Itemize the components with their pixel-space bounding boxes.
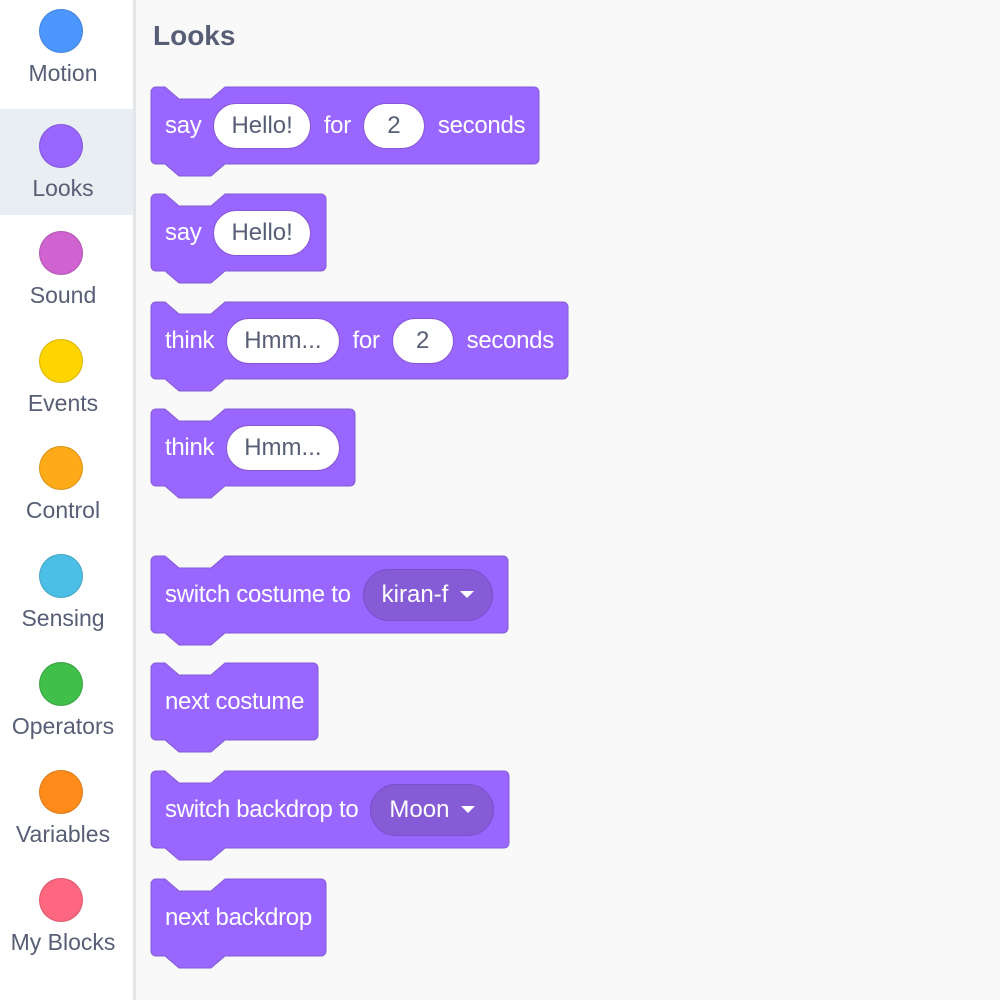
block-content: say Hello!: [151, 194, 324, 271]
category-control[interactable]: Control: [0, 431, 133, 537]
block-content: next costume: [151, 663, 316, 740]
control-category-icon: [39, 446, 83, 490]
text-input[interactable]: Hmm...: [226, 317, 340, 364]
dropdown-value: Moon: [389, 795, 450, 823]
block-label: switch backdrop to: [165, 795, 359, 823]
number-input[interactable]: 2: [391, 317, 454, 364]
block-content: switch costume to kiran-f: [151, 556, 506, 633]
category-label: Operators: [11, 713, 115, 739]
block-switch-backdrop[interactable]: switch backdrop to Moon: [150, 770, 510, 861]
number-input[interactable]: 2: [362, 102, 425, 149]
dropdown-menu[interactable]: Moon: [370, 783, 495, 836]
block-content: switch backdrop to Moon: [151, 771, 507, 848]
block-content: next backdrop: [151, 879, 324, 956]
block-content: think Hmm...: [151, 409, 353, 486]
block-label: think: [165, 433, 215, 461]
category-label: Motion: [28, 60, 98, 86]
category-label: Variables: [15, 821, 111, 847]
caret-down-icon: [461, 806, 476, 813]
looks-category-icon: [39, 124, 83, 168]
dropdown-menu[interactable]: kiran-f: [362, 568, 494, 621]
category-motion[interactable]: Motion: [0, 0, 133, 100]
category-label: My Blocks: [10, 929, 116, 955]
caret-down-icon: [460, 591, 475, 598]
block-label: switch costume to: [165, 580, 351, 608]
block-content: say Hello! for 2 seconds: [151, 87, 537, 164]
block-label: think: [165, 326, 215, 354]
block-palette: Looks say Hello! for 2 seconds say Hello! thi…: [136, 0, 1000, 1000]
block-switch-costume[interactable]: switch costume to kiran-f: [150, 555, 509, 646]
category-label: Sensing: [21, 605, 105, 631]
block-say-for-seconds[interactable]: say Hello! for 2 seconds: [150, 86, 540, 177]
block-think[interactable]: think Hmm...: [150, 408, 356, 499]
text-input[interactable]: Hello!: [213, 102, 311, 149]
palette-section-title: Looks: [153, 20, 236, 51]
block-label: seconds: [437, 111, 526, 139]
block-say[interactable]: say Hello!: [150, 193, 327, 284]
variables-category-icon: [39, 770, 83, 814]
category-variables[interactable]: Variables: [0, 755, 133, 861]
sound-category-icon: [39, 231, 83, 275]
category-looks[interactable]: Looks: [0, 109, 133, 215]
block-think-for-seconds[interactable]: think Hmm... for 2 seconds: [150, 301, 569, 392]
category-operators[interactable]: Operators: [0, 647, 133, 753]
category-my-blocks[interactable]: My Blocks: [0, 863, 133, 969]
operators-category-icon: [39, 662, 83, 706]
motion-category-icon: [39, 9, 83, 53]
sensing-category-icon: [39, 554, 83, 598]
category-events[interactable]: Events: [0, 324, 133, 430]
block-label: say: [165, 218, 202, 246]
block-label: next costume: [165, 687, 305, 715]
block-label: next backdrop: [165, 903, 312, 931]
category-sensing[interactable]: Sensing: [0, 539, 133, 645]
block-label: say: [165, 111, 202, 139]
block-label: seconds: [466, 326, 555, 354]
events-category-icon: [39, 339, 83, 383]
category-label: Events: [27, 390, 99, 416]
category-label: Sound: [29, 282, 97, 308]
block-next-backdrop[interactable]: next backdrop: [150, 878, 327, 969]
text-input[interactable]: Hmm...: [226, 424, 340, 471]
category-label: Control: [25, 497, 101, 523]
dropdown-value: kiran-f: [381, 580, 449, 608]
block-label: for: [352, 326, 380, 354]
block-content: think Hmm... for 2 seconds: [151, 302, 566, 379]
category-sound[interactable]: Sound: [0, 216, 133, 322]
text-input[interactable]: Hello!: [213, 209, 311, 256]
block-next-costume[interactable]: next costume: [150, 662, 319, 753]
block-label: for: [323, 111, 351, 139]
category-sidebar: Motion Looks Sound Events Control Sensin…: [0, 0, 133, 1000]
category-label: Looks: [32, 175, 94, 201]
my-blocks-category-icon: [39, 878, 83, 922]
